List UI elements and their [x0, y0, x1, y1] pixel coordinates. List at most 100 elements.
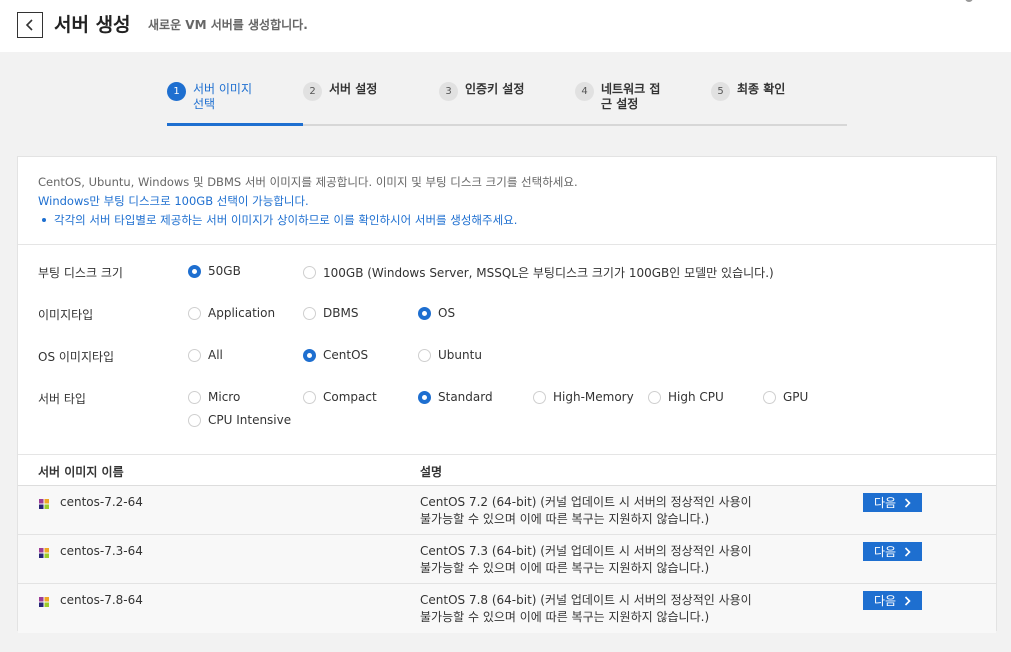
- option-label: Ubuntu: [438, 348, 482, 362]
- radio-icon[interactable]: [648, 390, 661, 404]
- option-label: CPU Intensive: [208, 413, 292, 427]
- image-description: CentOS 7.3 (64-bit) (커널 업데이트 시 서버의 정상적인 …: [420, 543, 820, 577]
- step-label: 서버 설정: [329, 82, 378, 96]
- server-type-option-standard[interactable]: Standard: [418, 390, 493, 404]
- radio-icon[interactable]: [303, 390, 316, 404]
- step-2[interactable]: 2 서버 설정: [303, 82, 409, 126]
- step-4[interactable]: 4 네트워크 접근 설정: [575, 82, 669, 126]
- option-label: 100GB (Windows Server, MSSQL은 부팅디스크 크기가 …: [323, 266, 774, 280]
- option-label: 50GB: [208, 264, 241, 278]
- option-label: Compact: [323, 390, 377, 404]
- boot-disk-option-100gb[interactable]: 100GB (Windows Server, MSSQL은 부팅디스크 크기가 …: [303, 264, 774, 281]
- radio-icon[interactable]: [533, 390, 546, 404]
- radio-icon[interactable]: [763, 390, 776, 404]
- image-type-option-os[interactable]: OS: [418, 306, 455, 320]
- centos-logo-icon: [39, 548, 49, 558]
- notice-windows-text: Windows만 부팅 디스크로 100GB 선택이 가능합니다.: [38, 194, 309, 208]
- next-button[interactable]: 다음: [863, 493, 922, 512]
- option-label: High-Memory: [553, 390, 634, 404]
- server-type-option-cpu-intensive[interactable]: CPU Intensive: [188, 413, 291, 427]
- active-step-underline: [167, 123, 303, 126]
- boot-disk-option-50gb[interactable]: 50GB: [188, 264, 241, 278]
- radio-icon[interactable]: [303, 266, 316, 279]
- os-image-type-label: OS 이미지타입: [38, 350, 115, 364]
- chevron-right-icon: [904, 546, 911, 557]
- option-label: Micro: [208, 390, 241, 404]
- description-line: 불가능할 수 있으며 이에 따른 복구는 지원하지 않습니다.): [420, 512, 710, 526]
- server-type-option-gpu[interactable]: GPU: [763, 390, 808, 404]
- radio-checked-icon[interactable]: [188, 264, 201, 278]
- table-row: centos-7.8-64 CentOS 7.8 (64-bit) (커널 업데…: [18, 584, 996, 633]
- step-number: 3: [439, 82, 458, 101]
- image-description: CentOS 7.8 (64-bit) (커널 업데이트 시 서버의 정상적인 …: [420, 592, 820, 626]
- corner-indicator: [965, 0, 973, 2]
- option-label: DBMS: [323, 306, 359, 320]
- server-type-option-high-cpu[interactable]: High CPU: [648, 390, 724, 404]
- option-label: Standard: [438, 390, 493, 404]
- table-row: centos-7.2-64 CentOS 7.2 (64-bit) (커널 업데…: [18, 486, 996, 535]
- description-line: CentOS 7.2 (64-bit) (커널 업데이트 시 서버의 정상적인 …: [420, 495, 752, 509]
- os-type-option-centos[interactable]: CentOS: [303, 348, 368, 362]
- step-number: 4: [575, 82, 594, 101]
- image-type-option-dbms[interactable]: DBMS: [303, 306, 358, 320]
- server-type-option-high-memory[interactable]: High-Memory: [533, 390, 634, 404]
- next-label: 다음: [873, 496, 897, 510]
- chevron-right-icon: [904, 497, 911, 508]
- image-type-label: 이미지타입: [38, 308, 94, 322]
- page-title: 서버 생성: [54, 14, 131, 36]
- step-indicator: 1 서버 이미지 선택 2 서버 설정 3 인증키 설정 4 네트워크 접근 설…: [167, 82, 847, 126]
- option-label: Application: [208, 306, 276, 320]
- description-line: 불가능할 수 있으며 이에 따른 복구는 지원하지 않습니다.): [420, 610, 710, 624]
- option-label: OS: [438, 306, 456, 320]
- image-description: CentOS 7.2 (64-bit) (커널 업데이트 시 서버의 정상적인 …: [420, 494, 820, 528]
- radio-icon[interactable]: [188, 306, 201, 320]
- step-number: 1: [167, 82, 186, 101]
- page-subtitle: 새로운 VM 서버를 생성합니다.: [148, 18, 308, 32]
- image-type-option-application[interactable]: Application: [188, 306, 275, 320]
- option-label: GPU: [783, 390, 809, 404]
- notice-bullet-text: 각각의 서버 타입별로 제공하는 서버 이미지가 상이하므로 이를 확인하시어 …: [54, 213, 518, 227]
- description-line: CentOS 7.8 (64-bit) (커널 업데이트 시 서버의 정상적인 …: [420, 593, 752, 607]
- step-label: 네트워크 접근 설정: [601, 82, 661, 111]
- notice-box: CentOS, Ubuntu, Windows 및 DBMS 서버 이미지를 제…: [18, 157, 996, 245]
- radio-checked-icon[interactable]: [418, 306, 431, 320]
- centos-logo-icon: [39, 597, 49, 607]
- image-name: centos-7.8-64: [60, 593, 143, 607]
- step-number: 2: [303, 82, 322, 101]
- back-button[interactable]: [17, 12, 43, 38]
- radio-icon[interactable]: [188, 390, 201, 404]
- description-line: 불가능할 수 있으며 이에 따른 복구는 지원하지 않습니다.): [420, 561, 710, 575]
- server-type-option-micro[interactable]: Micro: [188, 390, 240, 404]
- server-type-option-compact[interactable]: Compact: [303, 390, 377, 404]
- image-selection-card: CentOS, Ubuntu, Windows 및 DBMS 서버 이미지를 제…: [17, 156, 997, 633]
- server-type-label: 서버 타입: [38, 392, 86, 406]
- radio-icon[interactable]: [418, 348, 431, 362]
- image-table-header: 서버 이미지 이름 설명: [18, 454, 996, 486]
- next-button[interactable]: 다음: [863, 542, 922, 561]
- boot-disk-label: 부팅 디스크 크기: [38, 266, 123, 280]
- chevron-right-icon: [904, 595, 911, 606]
- column-header-description: 설명: [420, 465, 443, 479]
- radio-checked-icon[interactable]: [303, 348, 316, 362]
- next-label: 다음: [873, 545, 897, 559]
- image-name: centos-7.2-64: [60, 495, 143, 509]
- step-1[interactable]: 1 서버 이미지 선택: [167, 82, 263, 126]
- step-label: 인증키 설정: [465, 82, 525, 96]
- os-type-option-all[interactable]: All: [188, 348, 223, 362]
- next-label: 다음: [873, 594, 897, 608]
- radio-icon[interactable]: [303, 306, 316, 320]
- column-header-name: 서버 이미지 이름: [38, 465, 124, 479]
- step-3[interactable]: 3 인증키 설정: [439, 82, 545, 126]
- radio-icon[interactable]: [188, 413, 201, 427]
- option-label: High CPU: [668, 390, 724, 404]
- option-label: All: [208, 348, 223, 362]
- notice-text: CentOS, Ubuntu, Windows 및 DBMS 서버 이미지를 제…: [38, 175, 578, 189]
- os-type-option-ubuntu[interactable]: Ubuntu: [418, 348, 482, 362]
- image-name: centos-7.3-64: [60, 544, 143, 558]
- next-button[interactable]: 다음: [863, 591, 922, 610]
- notice-bullet-item: 각각의 서버 타입별로 제공하는 서버 이미지가 상이하므로 이를 확인하시어 …: [38, 211, 996, 230]
- step-5[interactable]: 5 최종 확인: [711, 82, 817, 126]
- radio-checked-icon[interactable]: [418, 390, 431, 404]
- radio-icon[interactable]: [188, 348, 201, 362]
- centos-logo-icon: [39, 499, 49, 509]
